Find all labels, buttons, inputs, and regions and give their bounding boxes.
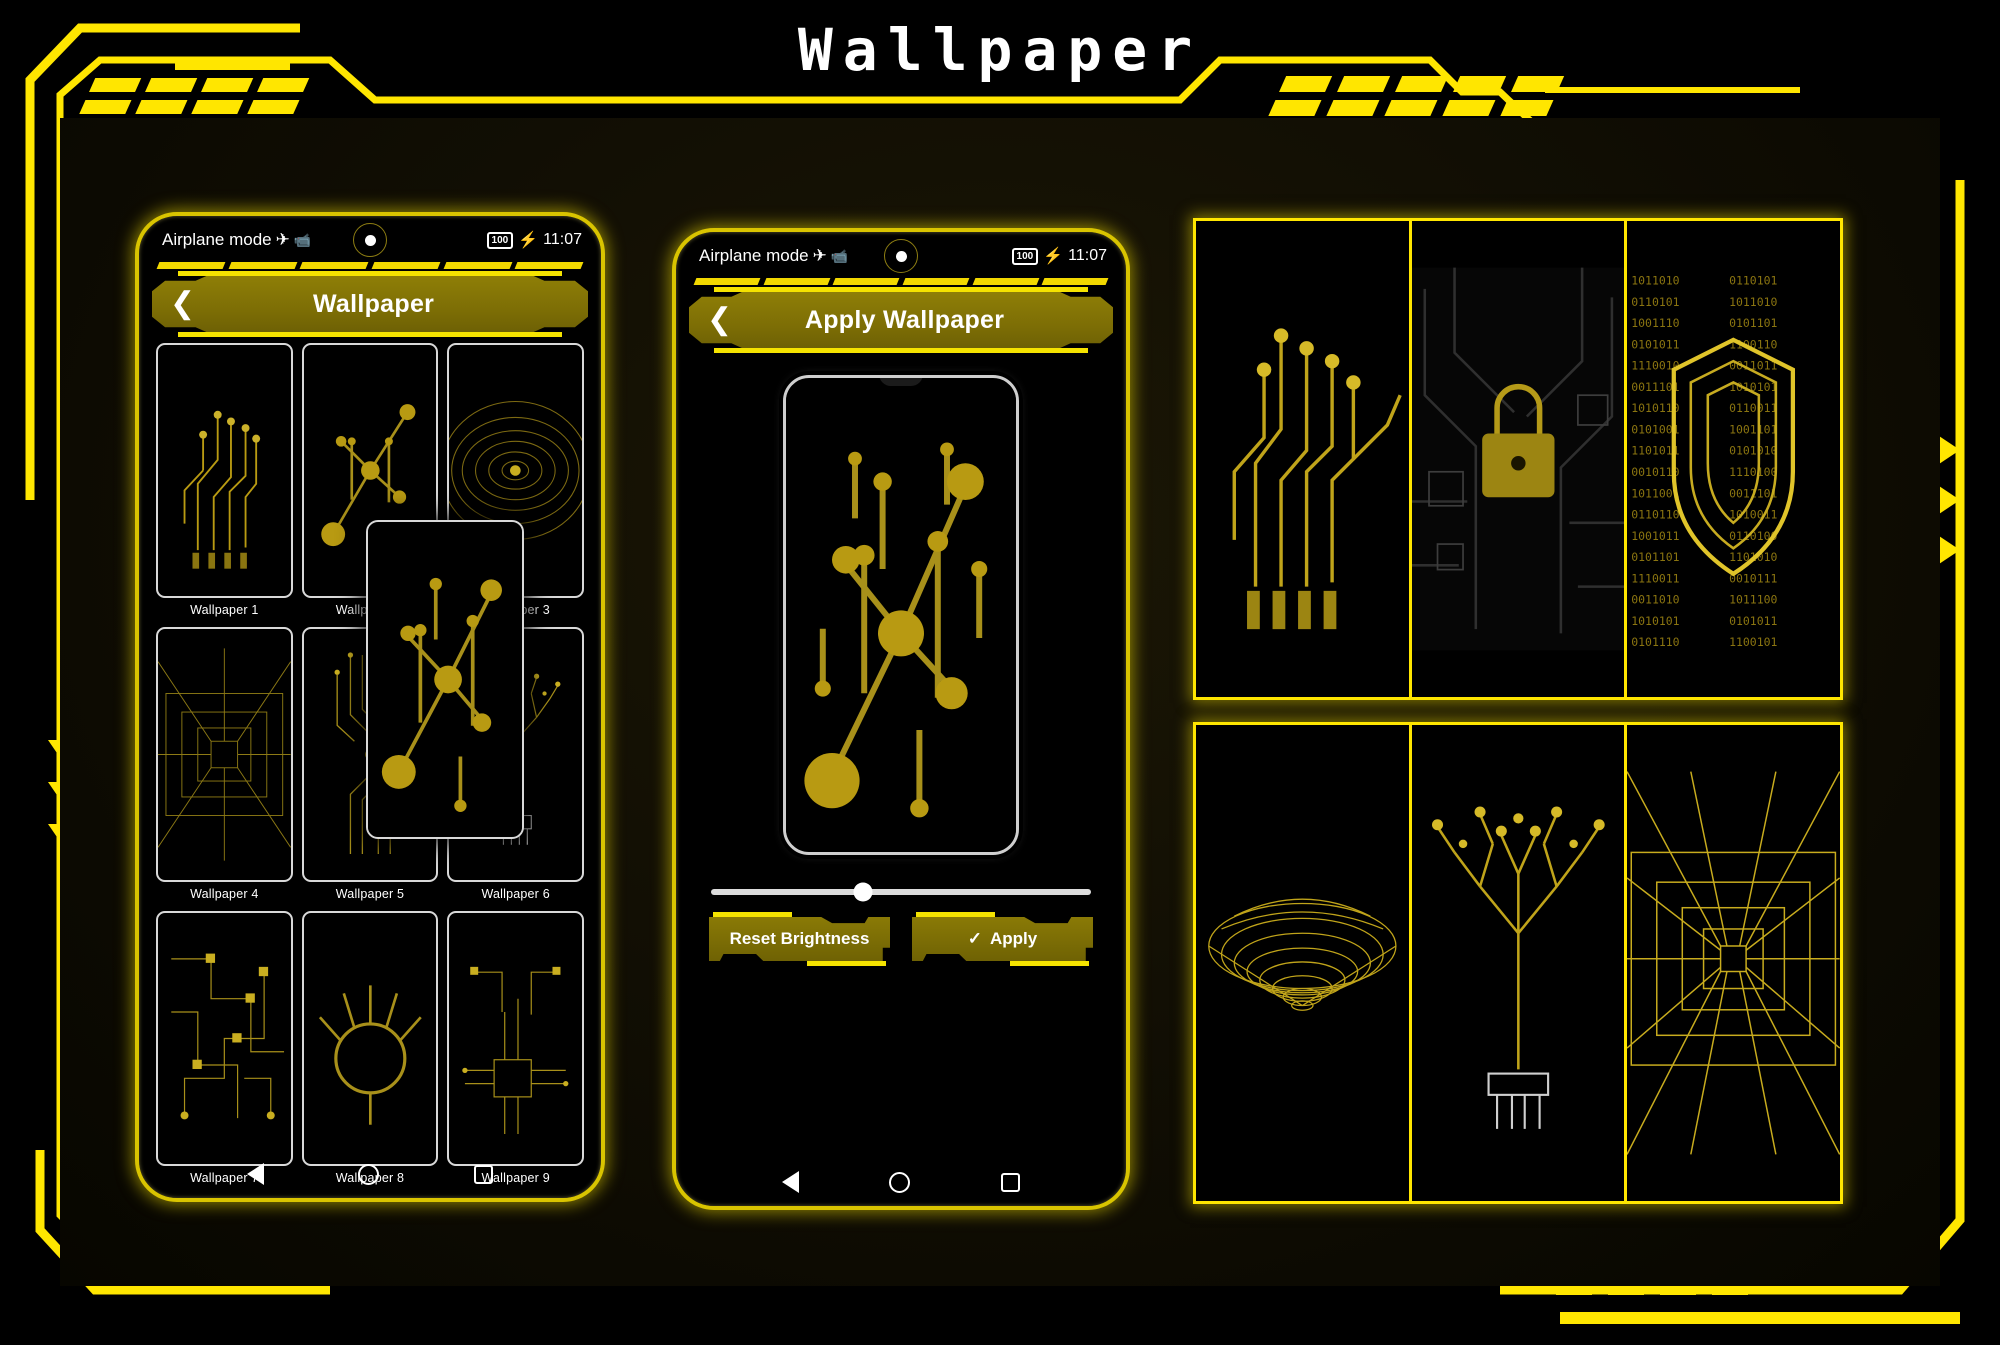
nav-bar-left xyxy=(144,1163,596,1185)
svg-text:0101110: 0101110 xyxy=(1632,635,1680,649)
phone-left: Airplane mode ✈ 📹 100 ⚡ 11:07 ❮ Wallpape… xyxy=(135,212,605,1202)
camera-notch xyxy=(353,223,387,257)
wallpaper-label: Wallpaper 4 xyxy=(190,887,259,901)
bolt-icon: ⚡ xyxy=(1043,248,1064,265)
svg-text:0101010: 0101010 xyxy=(1729,444,1777,458)
wallpaper-item[interactable]: Wallpaper 7 xyxy=(156,911,293,1185)
gallery-row-2 xyxy=(1193,722,1843,1204)
svg-text:0110110: 0110110 xyxy=(1632,508,1680,522)
phone-right: Airplane mode ✈ 📹 100 ⚡ 11:07 ❮ Apply Wa… xyxy=(672,228,1130,1210)
chevron-left-icon[interactable]: ❮ xyxy=(707,305,732,335)
nav-home-circle-icon[interactable] xyxy=(358,1163,380,1185)
status-bar-right: Airplane mode ✈ 📹 100 ⚡ 11:07 xyxy=(681,237,1121,275)
camera-icon: 📹 xyxy=(293,231,312,248)
gallery-item-circuit-tree[interactable] xyxy=(1411,725,1628,1201)
airplane-icon: ✈ xyxy=(812,246,827,265)
header-title-left: Wallpaper xyxy=(312,289,435,318)
dragged-wallpaper-thumbnail[interactable] xyxy=(366,520,524,839)
wallpaper-label: Wallpaper 6 xyxy=(481,887,550,901)
status-left-text: Airplane mode xyxy=(162,230,272,249)
wallpaper-label: Wallpaper 1 xyxy=(190,603,259,617)
svg-text:0110011: 0110011 xyxy=(1729,401,1777,415)
gallery-item-wire-vortex[interactable] xyxy=(1196,725,1412,1201)
wallpaper-thumbnail[interactable] xyxy=(156,343,293,598)
camera-notch xyxy=(884,239,918,273)
nav-recents-square-icon[interactable] xyxy=(473,1164,493,1184)
screenshot-root: Wallpaper Airplane mode ✈ 📹 100 ⚡ 11:07 xyxy=(0,0,2000,1345)
status-time: 11:07 xyxy=(543,231,582,248)
status-time: 11:07 xyxy=(1068,247,1107,264)
svg-text:1011100: 1011100 xyxy=(1729,593,1777,607)
preview-notch xyxy=(879,378,923,386)
wallpaper-label: Wallpaper 5 xyxy=(335,887,405,901)
svg-text:1110011: 1110011 xyxy=(1632,571,1680,585)
svg-text:0101101: 0101101 xyxy=(1729,316,1777,330)
gallery-row-1: 1011010 0110101 1001110 0101011 1110010 0011… xyxy=(1193,218,1843,700)
nav-bar-right xyxy=(681,1171,1121,1193)
svg-text:1100101: 1100101 xyxy=(1729,635,1777,649)
battery-badge: 100 xyxy=(1011,247,1039,265)
gallery-item-circuit-hand[interactable] xyxy=(1196,221,1412,697)
gallery-item-laser-tunnel[interactable] xyxy=(1627,725,1840,1201)
wallpaper-thumbnail[interactable] xyxy=(156,911,293,1166)
svg-text:1110100: 1110100 xyxy=(1729,465,1777,479)
svg-text:0101011: 0101011 xyxy=(1729,614,1777,628)
wallpaper-thumbnail[interactable] xyxy=(156,627,293,882)
svg-text:1011010: 1011010 xyxy=(1729,295,1777,309)
gallery-item-binary-shield[interactable]: 1011010 0110101 1001110 0101011 1110010 0011… xyxy=(1627,221,1840,697)
status-left-text: Airplane mode xyxy=(699,246,809,265)
nav-back-triangle-icon[interactable] xyxy=(782,1171,800,1193)
wallpaper-item[interactable]: Wallpaper 4 xyxy=(156,627,293,901)
header-dash-decor xyxy=(144,259,596,269)
svg-text:1011010: 1011010 xyxy=(1632,274,1680,288)
wallpaper-thumbnail[interactable] xyxy=(447,911,584,1166)
page-title: Wallpaper xyxy=(797,16,1203,84)
svg-text:1001011: 1001011 xyxy=(1632,529,1680,543)
wallpaper-item[interactable]: Wallpaper 1 xyxy=(156,343,293,617)
nav-back-triangle-icon[interactable] xyxy=(247,1163,265,1185)
svg-text:1001110: 1001110 xyxy=(1632,316,1680,330)
reset-brightness-label: Reset Brightness xyxy=(729,929,870,948)
wallpaper-item[interactable]: Wallpaper 9 xyxy=(447,911,584,1185)
nav-home-circle-icon[interactable] xyxy=(889,1171,911,1193)
reset-brightness-button[interactable]: Reset Brightness xyxy=(709,912,890,966)
airplane-icon: ✈ xyxy=(275,230,290,249)
wallpaper-gallery: 1011010 0110101 1001110 0101011 1110010 0011… xyxy=(1193,218,1843,1208)
svg-text:1011001: 1011001 xyxy=(1632,486,1680,500)
gallery-item-lock-circuit[interactable] xyxy=(1411,221,1628,697)
svg-text:0110101: 0110101 xyxy=(1729,274,1777,288)
nav-recents-square-icon[interactable] xyxy=(1000,1172,1020,1192)
bolt-icon: ⚡ xyxy=(518,232,539,249)
battery-badge: 100 xyxy=(486,231,514,249)
chevron-left-icon[interactable]: ❮ xyxy=(170,289,195,319)
header-bar-right: ❮ Apply Wallpaper xyxy=(689,287,1113,353)
svg-text:0011010: 0011010 xyxy=(1632,593,1680,607)
apply-label: Apply xyxy=(990,929,1038,948)
action-buttons-row: Reset Brightness ✓ Apply xyxy=(681,895,1121,966)
brightness-slider[interactable] xyxy=(711,882,1091,902)
wallpaper-preview-wrapper xyxy=(681,375,1121,855)
slider-knob[interactable] xyxy=(853,882,873,902)
wallpaper-item[interactable]: Wallpaper 8 xyxy=(301,911,439,1185)
header-bar-left: ❮ Wallpaper xyxy=(152,271,588,337)
svg-text:0101011: 0101011 xyxy=(1632,337,1680,351)
camera-icon: 📹 xyxy=(830,247,849,264)
svg-text:0110101: 0110101 xyxy=(1632,295,1680,309)
status-bar-left: Airplane mode ✈ 📹 100 ⚡ 11:07 xyxy=(144,221,596,259)
apply-button[interactable]: ✓ Apply xyxy=(912,912,1093,966)
wallpaper-thumbnail[interactable] xyxy=(301,911,439,1166)
header-title-right: Apply Wallpaper xyxy=(804,305,1005,334)
brightness-slider-row xyxy=(681,855,1121,902)
wallpaper-preview[interactable] xyxy=(783,375,1019,855)
check-icon: ✓ xyxy=(967,929,982,948)
svg-text:0101101: 0101101 xyxy=(1632,550,1680,564)
svg-text:1010101: 1010101 xyxy=(1632,614,1680,628)
svg-text:1001101: 1001101 xyxy=(1729,422,1777,436)
header-dash-decor xyxy=(681,275,1121,285)
